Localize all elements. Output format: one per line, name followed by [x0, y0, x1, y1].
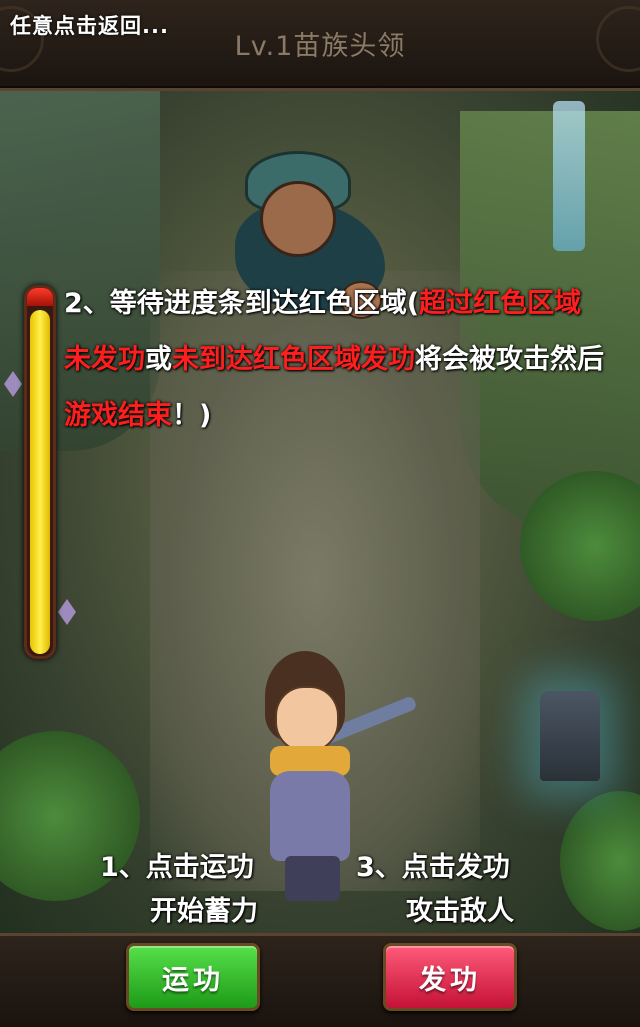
gauge-fill	[30, 310, 50, 654]
crystal-icon	[58, 599, 76, 625]
instruction-segment: 或	[145, 344, 172, 375]
bottom-bar	[0, 933, 640, 1027]
instruction-text: 2、等待进度条到达红色区域(超过红色区域未发功或未到达红色区域发功将会被攻击然后…	[64, 276, 604, 444]
power-gauge	[24, 285, 56, 659]
instruction-segment: 2、等待进度条到达红色区域(	[64, 288, 420, 319]
waterfall	[553, 101, 585, 251]
step3-line1: 3、点击发功	[356, 852, 510, 883]
step3-line2: 攻击敌人	[406, 896, 514, 927]
step1-line2: 开始蓄力	[150, 896, 258, 927]
step1-hint: 1、点击运功 开始蓄力	[100, 846, 300, 934]
shrub	[560, 791, 640, 931]
step1-line1: 1、点击运功	[100, 852, 254, 883]
stone-lantern	[540, 691, 600, 781]
instruction-segment: 未到达红色区域发功	[172, 344, 415, 375]
enemy-head	[260, 181, 336, 257]
gauge-red-zone	[27, 288, 53, 306]
game-field[interactable]	[0, 91, 640, 933]
level-title: Lv.1苗族头领	[234, 31, 406, 62]
instruction-segment: ！)	[172, 400, 212, 431]
hero-face	[275, 686, 339, 752]
instruction-segment: 将会被攻击然后	[415, 344, 604, 375]
top-bar: 任意点击返回... Lv.1苗族头领	[0, 0, 640, 91]
step3-hint: 3、点击发功 攻击敌人	[356, 846, 556, 934]
charge-button[interactable]: 运功	[126, 943, 260, 1011]
release-button[interactable]: 发功	[383, 943, 517, 1011]
instruction-segment: 游戏结束	[64, 400, 172, 431]
